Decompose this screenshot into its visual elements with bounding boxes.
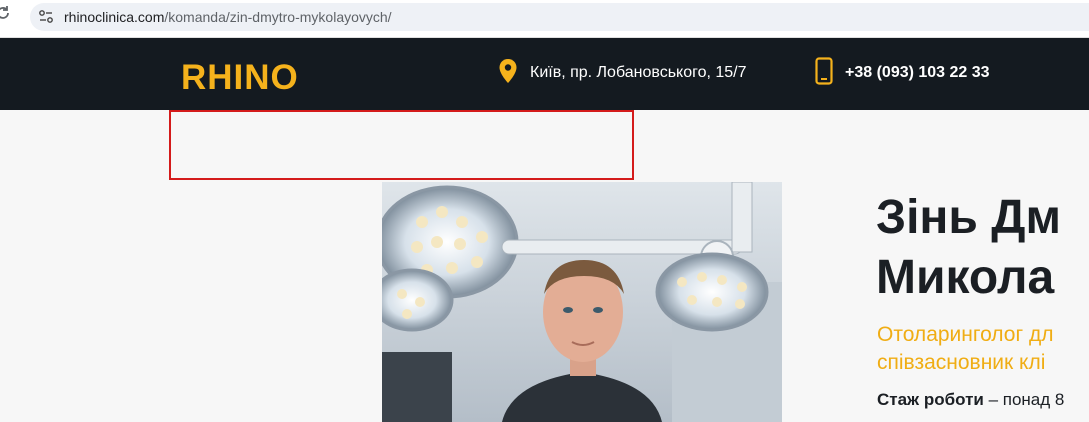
- phone-icon: [815, 57, 833, 89]
- site-settings-icon[interactable]: [38, 9, 54, 25]
- doctor-experience: Стаж роботи – понад 8: [877, 390, 1064, 410]
- doctor-photo: [382, 182, 782, 422]
- experience-label: Стаж роботи: [877, 390, 984, 409]
- url-path: /komanda/zin-dmytro-mykolayovych/: [164, 9, 392, 25]
- address-text: Київ, пр. Лобановського, 15/7: [530, 64, 747, 81]
- browser-toolbar: rhinoclinica.com/komanda/zin-dmytro-myko…: [0, 0, 1089, 38]
- address-bar[interactable]: rhinoclinica.com/komanda/zin-dmytro-myko…: [30, 3, 1089, 31]
- doctor-role-line1: Отоларинголог дл: [877, 323, 1054, 346]
- header-address[interactable]: Київ, пр. Лобановського, 15/7: [498, 58, 747, 88]
- rhino-logo[interactable]: RHINO: [181, 58, 361, 97]
- url-text[interactable]: rhinoclinica.com/komanda/zin-dmytro-myko…: [64, 9, 392, 25]
- header-phone[interactable]: +38 (093) 103 22 33: [815, 57, 990, 89]
- site-header: RHINO Київ, пр. Лобановського, 15/7 +38 …: [0, 38, 1089, 110]
- highlight-box: [169, 110, 634, 180]
- logo-text: RHINO: [181, 58, 299, 94]
- doctor-role: Отоларинголог дл співзасновник клі: [877, 321, 1053, 377]
- experience-value: – понад 8: [983, 390, 1065, 409]
- location-pin-icon: [498, 58, 518, 88]
- url-host: rhinoclinica.com: [64, 9, 165, 25]
- doctor-name-line1: Зінь Дм: [876, 191, 1061, 244]
- doctor-name-line2: Микола: [876, 251, 1055, 304]
- reload-icon[interactable]: [0, 4, 12, 22]
- doctor-role-line2: співзасновник клі: [877, 351, 1046, 374]
- phone-text: +38 (093) 103 22 33: [845, 64, 990, 81]
- doctor-name: Зінь Дм Микола: [876, 188, 1061, 308]
